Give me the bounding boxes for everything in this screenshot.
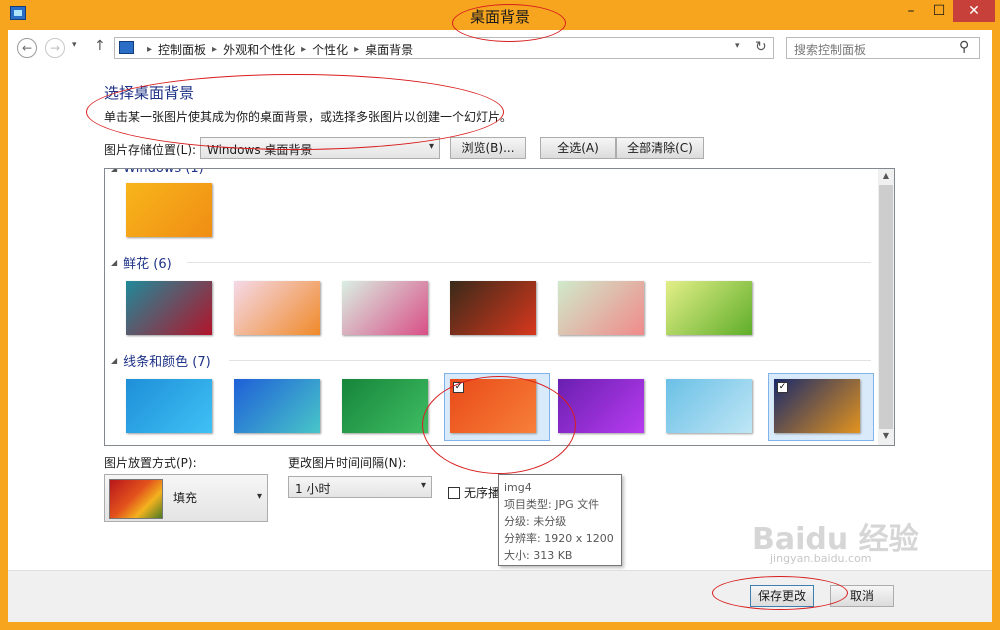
group-divider [215,168,871,169]
scroll-thumb[interactable] [879,185,893,429]
wallpaper-thumbnail[interactable]: ✓ [774,379,860,433]
page-subtitle: 单击某一张图片使其成为你的桌面背景，或选择多张图片以创建一个幻灯片。 [104,110,513,124]
wallpaper-thumbnail[interactable] [342,281,428,335]
gallery-group-header[interactable]: ◢ 线条和颜色 (7) [111,351,211,370]
wallpaper-thumbnail[interactable] [450,281,536,335]
wallpaper-thumbnail[interactable] [666,281,752,335]
breadcrumb-item[interactable]: 桌面背景 [365,41,413,58]
shuffle-checkbox[interactable] [448,486,460,499]
address-bar[interactable]: ▸ 控制面板 ▸ 外观和个性化 ▸ 个性化 ▸ 桌面背景 ▾ ↻ [114,37,774,59]
chevron-down-icon: ▾ [256,491,262,502]
gallery-group-name: Windows (1) [123,168,204,176]
footer-bar: 保存更改 取消 [8,570,992,622]
tooltip-name: img4 [504,481,532,494]
cancel-button[interactable]: 取消 [830,585,894,607]
up-button[interactable]: ↑ [94,38,106,54]
desktop-background-window: 桌面背景 – ☐ ✕ ← → ▾ ↑ ▸ 控制面板 ▸ 外观和个性化 ▸ 个性化 ▸ 桌面背景… [0,0,1000,630]
wallpaper-thumbnail[interactable] [342,379,428,433]
chevron-down-icon: ▾ [420,480,426,491]
collapse-arrow-icon[interactable]: ◢ [111,258,117,267]
interval-select[interactable]: 1 小时 ▾ [288,476,432,498]
wallpaper-thumbnail[interactable]: ✓ [450,379,536,433]
scroll-down-button[interactable]: ▼ [878,431,894,440]
scroll-up-button[interactable]: ▲ [878,171,894,180]
interval-label: 更改图片时间间隔(N): [288,456,407,470]
tooltip-type: 项目类型: JPG 文件 [504,498,600,511]
breadcrumb-item[interactable]: 控制面板 [158,41,206,58]
navigation-bar: ← → ▾ ↑ ▸ 控制面板 ▸ 外观和个性化 ▸ 个性化 ▸ 桌面背景 ▾ ↻ 搜索控制面板… [8,30,992,66]
location-value: Windows 桌面背景 [207,143,313,157]
picture-position-label: 图片放置方式(P): [104,456,197,470]
position-preview-image [109,479,163,519]
thumbnail-checkbox[interactable]: ✓ [453,382,464,393]
gallery-group-name: 线条和颜色 (7) [123,354,211,370]
search-input[interactable]: 搜索控制面板 ⚲ [786,37,980,59]
thumbnail-checkbox[interactable]: ✓ [777,382,788,393]
interval-value: 1 小时 [295,482,331,496]
maximize-button[interactable]: ☐ [925,0,953,22]
breadcrumb-separator-icon[interactable]: ▸ [212,44,217,55]
picture-gallery[interactable]: ▲ ▼ ◢ Windows (1) ◢ 鲜花 (6) ◢ 线条和颜色 (7) ✓ ✓ [104,168,895,446]
save-changes-button[interactable]: 保存更改 [750,585,814,607]
wallpaper-thumbnail[interactable] [234,281,320,335]
picture-position-select[interactable]: 填充 ▾ [104,474,268,522]
browse-button[interactable]: 浏览(B)... [450,137,526,159]
collapse-arrow-icon[interactable]: ◢ [111,169,117,173]
wallpaper-thumbnail[interactable] [558,379,644,433]
breadcrumb-item[interactable]: 个性化 [312,41,348,58]
wallpaper-thumbnail[interactable] [126,183,212,237]
group-divider [229,360,871,361]
location-select[interactable]: Windows 桌面背景 ▾ [200,137,440,159]
breadcrumb-item[interactable]: 外观和个性化 [223,41,295,58]
wallpaper-thumbnail[interactable] [126,379,212,433]
control-panel-icon [119,41,134,54]
back-button[interactable]: ← [17,38,37,58]
group-divider [187,262,871,263]
collapse-arrow-icon[interactable]: ◢ [111,356,117,365]
page-title: 选择桌面背景 [104,84,195,102]
breadcrumb: ▸ 控制面板 ▸ 外观和个性化 ▸ 个性化 ▸ 桌面背景 [141,41,413,57]
tooltip-size: 大小: 313 KB [504,549,573,562]
gallery-group-header[interactable]: ◢ 鲜花 (6) [111,253,172,272]
gallery-scrollbar[interactable]: ▲ ▼ [878,169,894,445]
search-placeholder: 搜索控制面板 [794,43,867,57]
search-icon[interactable]: ⚲ [959,39,969,55]
clear-all-button[interactable]: 全部清除(C) [616,137,704,159]
forward-button[interactable]: → [45,38,65,58]
breadcrumb-separator-icon[interactable]: ▸ [301,44,306,55]
location-label: 图片存储位置(L): [104,143,197,157]
wallpaper-thumbnail[interactable] [558,281,644,335]
gallery-group-header[interactable]: ◢ Windows (1) [111,168,204,177]
thumbnail-tooltip: img4 项目类型: JPG 文件 分级: 未分级 分辨率: 1920 x 12… [498,474,622,566]
breadcrumb-separator-icon[interactable]: ▸ [147,44,152,55]
chevron-down-icon: ▾ [428,141,434,152]
tooltip-rating: 分级: 未分级 [504,515,567,528]
wallpaper-thumbnail[interactable] [666,379,752,433]
title-bar[interactable]: 桌面背景 – ☐ ✕ [0,0,1000,30]
tooltip-resolution: 分辨率: 1920 x 1200 [504,532,614,545]
main-panel: 选择桌面背景 单击某一张图片使其成为你的桌面背景，或选择多张图片以创建一个幻灯片… [8,66,992,570]
window-title: 桌面背景 [469,8,530,26]
address-dropdown-button[interactable]: ▾ [735,41,740,51]
refresh-button[interactable]: ↻ [755,39,767,55]
wallpaper-thumbnail[interactable] [234,379,320,433]
wallpaper-thumbnail[interactable] [126,281,212,335]
picture-position-value: 填充 [173,491,198,505]
breadcrumb-separator-icon[interactable]: ▸ [354,44,359,55]
select-all-button[interactable]: 全选(A) [540,137,616,159]
window-content: ← → ▾ ↑ ▸ 控制面板 ▸ 外观和个性化 ▸ 个性化 ▸ 桌面背景 ▾ ↻ 搜索控制面板… [8,30,992,622]
recent-locations-button[interactable]: ▾ [72,40,77,50]
close-button[interactable]: ✕ [953,0,995,22]
gallery-group-name: 鲜花 (6) [123,256,172,272]
minimize-button[interactable]: – [897,0,925,22]
